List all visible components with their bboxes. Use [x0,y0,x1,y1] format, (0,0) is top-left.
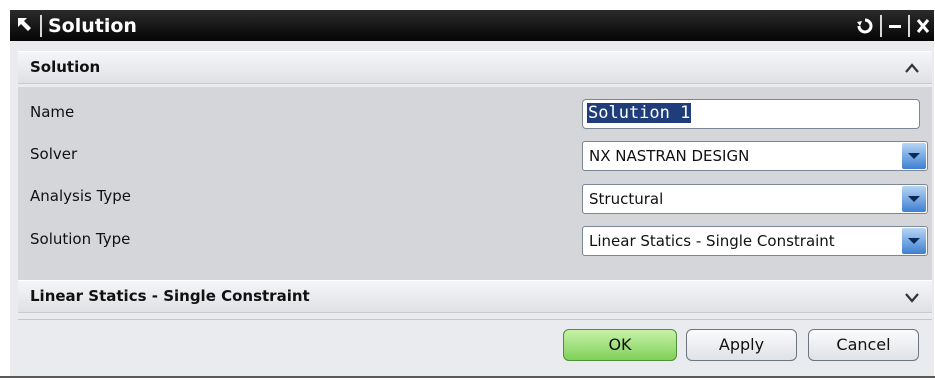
minimize-icon[interactable] [885,13,905,38]
title-bar[interactable]: Solution [10,10,934,41]
solution-dialog: Solution Solution Name Solution 1 Solver… [10,10,934,376]
solver-value: NX NASTRAN DESIGN [589,147,750,165]
solver-dropdown[interactable]: NX NASTRAN DESIGN [582,141,928,171]
solution-section-body: Name Solution 1 Solver NX NASTRAN DESIGN… [18,87,932,280]
reset-icon[interactable] [853,13,877,38]
dialog-title: Solution [48,15,137,37]
section-title: Solution [30,58,101,76]
footer-divider [18,319,932,320]
ok-button[interactable]: OK [563,329,677,361]
title-separator [40,15,42,37]
solution-section-header[interactable]: Solution [18,51,932,84]
name-value: Solution 1 [587,103,692,123]
apply-button[interactable]: Apply [686,329,797,361]
solution-type-dropdown[interactable]: Linear Statics - Single Constraint [582,226,928,256]
linear-statics-section-header[interactable]: Linear Statics - Single Constraint [18,280,932,313]
chevron-down-icon[interactable] [902,143,926,169]
title-separator [908,15,910,37]
section-title: Linear Statics - Single Constraint [30,287,310,305]
dialog-menu-arrow-icon[interactable] [13,13,37,37]
analysis-type-value: Structural [589,190,664,208]
analysis-type-dropdown[interactable]: Structural [582,184,928,214]
chevron-down-icon[interactable] [902,228,926,254]
analysis-type-label: Analysis Type [30,187,132,205]
window-bottom-border [0,376,935,378]
solution-type-label: Solution Type [30,230,131,248]
chevron-down-icon[interactable] [902,186,926,212]
name-label: Name [30,103,75,121]
chevron-up-icon[interactable] [900,52,924,83]
close-icon[interactable] [913,13,933,38]
chevron-down-icon[interactable] [900,281,924,312]
solution-type-value: Linear Statics - Single Constraint [589,232,835,250]
solver-label: Solver [30,145,78,163]
title-separator [880,15,882,37]
cancel-button[interactable]: Cancel [808,329,919,361]
name-field[interactable]: Solution 1 [582,99,920,129]
